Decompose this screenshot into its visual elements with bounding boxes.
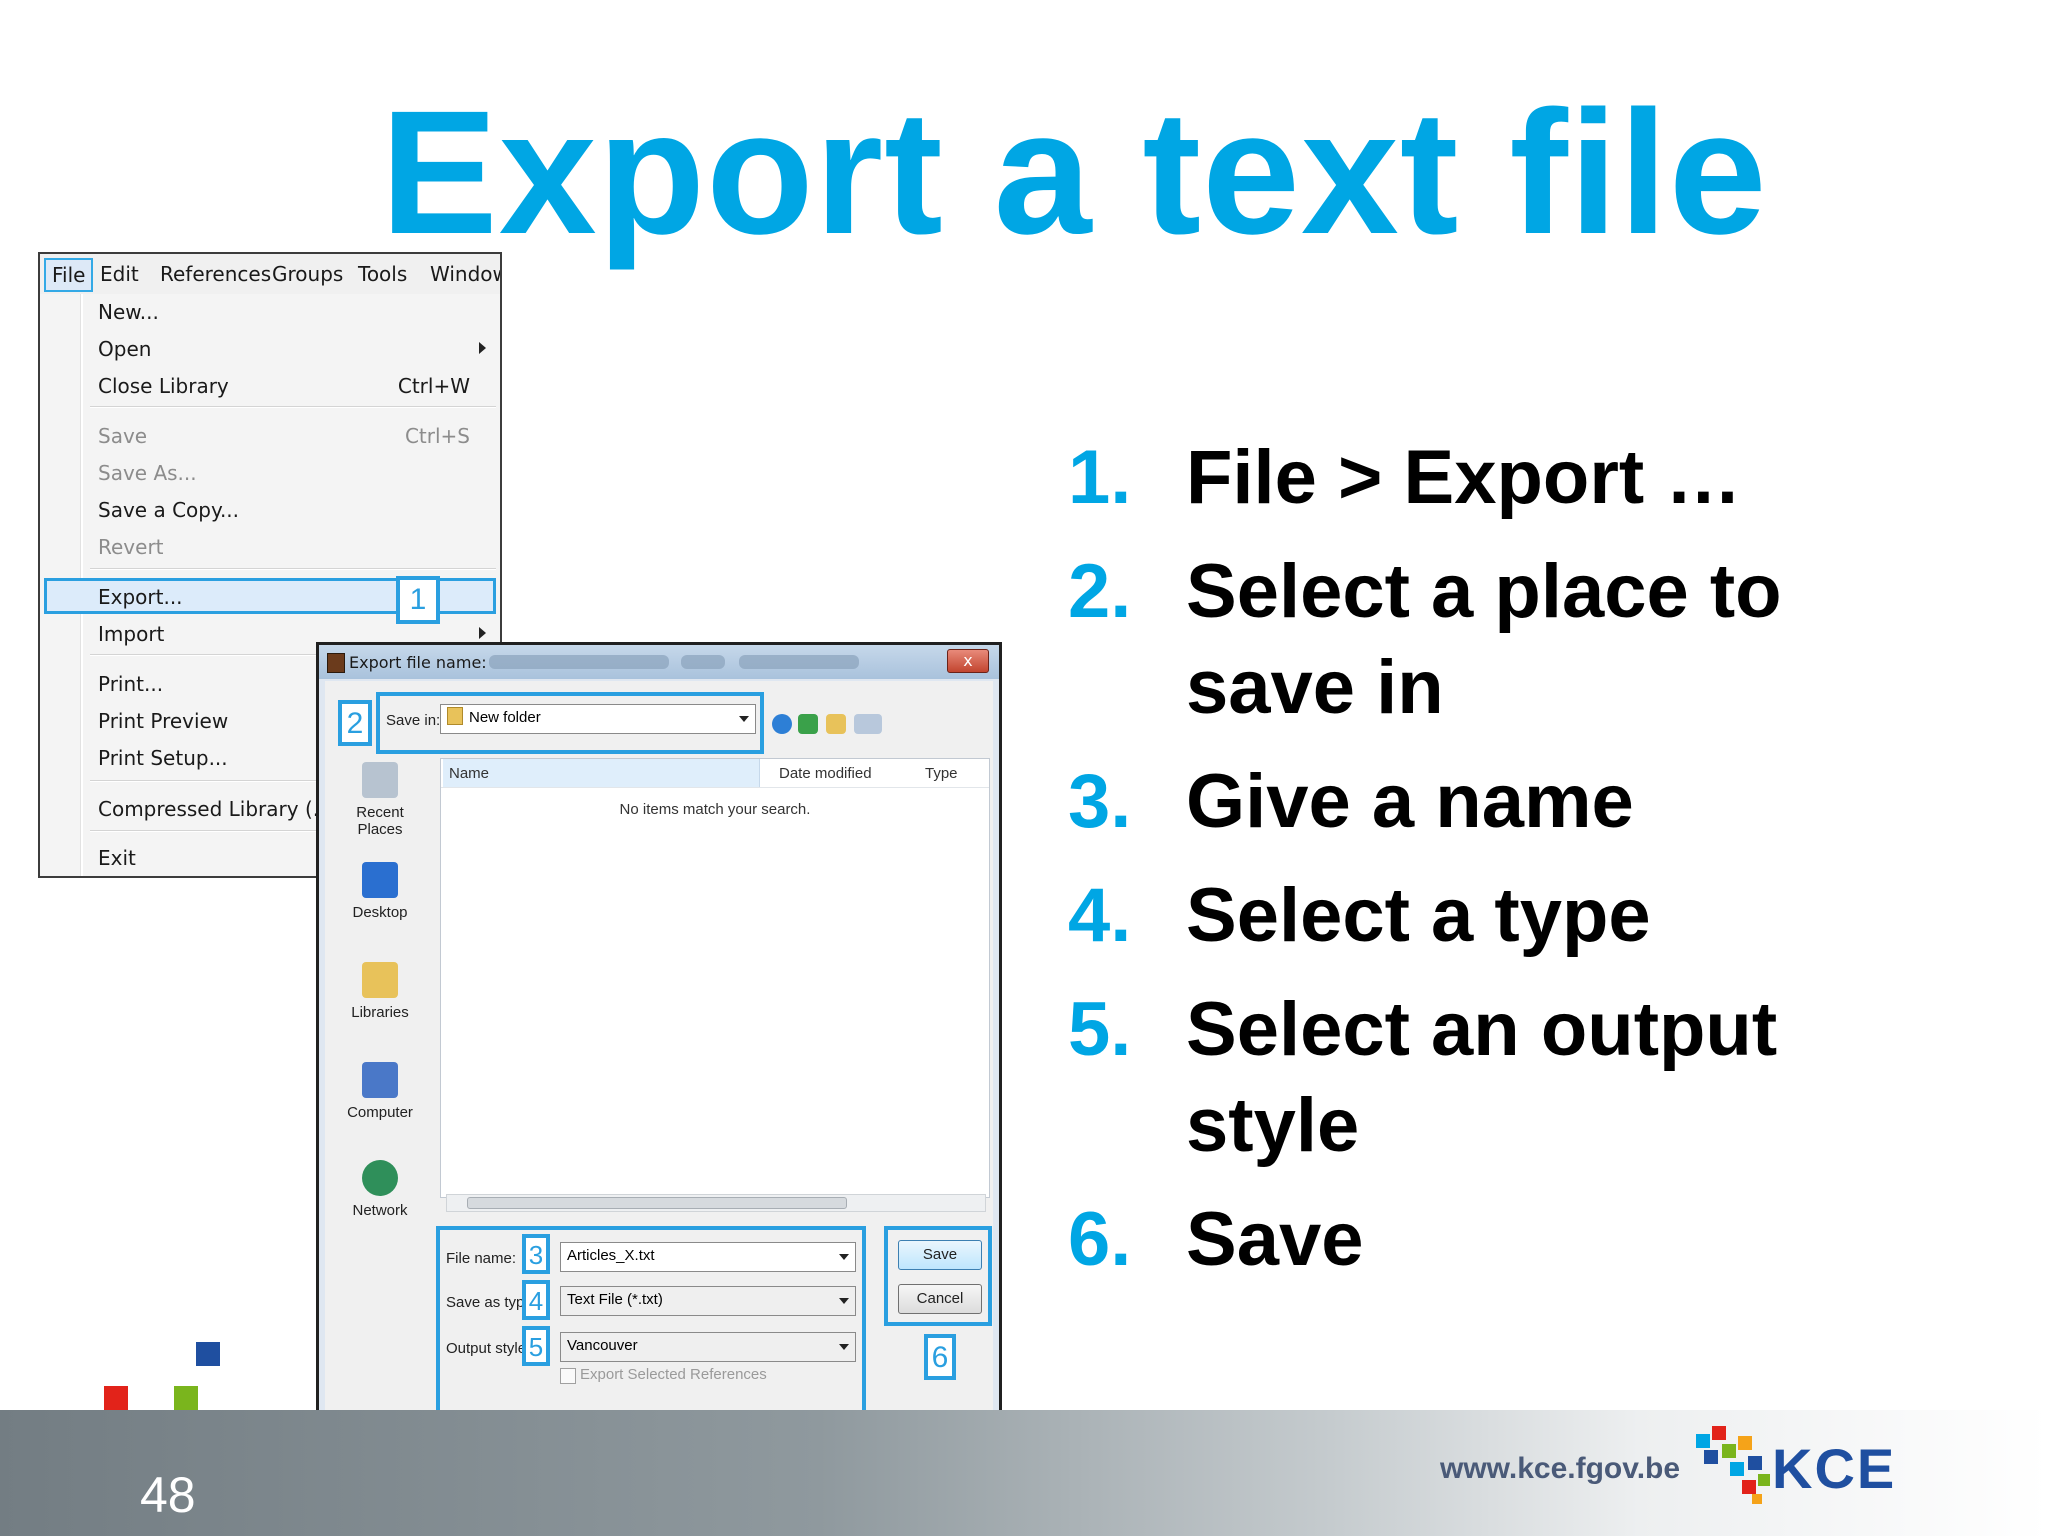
menu-bar: File Edit References Groups Tools Window — [40, 254, 500, 294]
network-icon — [362, 1160, 398, 1196]
scrollbar-thumb[interactable] — [467, 1197, 847, 1209]
menu-item-save-a-copy[interactable]: Save a Copy... — [98, 498, 239, 522]
place-computer[interactable]: Computer — [334, 1062, 426, 1121]
callout-frame-buttons — [884, 1226, 992, 1326]
callout-1: 1 — [396, 576, 440, 624]
column-date-modified[interactable]: Date modified — [779, 765, 872, 782]
callout-4: 4 — [522, 1280, 550, 1320]
steps-list: 1. File > Export … 2. Select a place to sa… — [1068, 430, 1968, 1306]
callout-6: 6 — [924, 1334, 956, 1380]
menu-item-save-as: Save As... — [98, 461, 197, 485]
callout-frame-save-in — [376, 692, 764, 754]
place-network[interactable]: Network — [334, 1160, 426, 1219]
step-number: 6. — [1068, 1197, 1132, 1282]
recent-places-icon — [362, 762, 398, 798]
slide-title: Export a text file — [380, 75, 1768, 271]
menu-references[interactable]: References — [160, 262, 271, 286]
step-text: Save — [1186, 1197, 1364, 1282]
menu-separator — [90, 406, 496, 408]
menu-item-import[interactable]: Import — [98, 622, 164, 646]
new-folder-icon[interactable] — [826, 714, 846, 734]
step-6: 6. Save — [1068, 1192, 1968, 1288]
step-4: 4. Select a type — [1068, 868, 1968, 964]
menu-tools[interactable]: Tools — [358, 262, 407, 286]
endnote-app-icon — [327, 653, 345, 673]
dialog-titlebar: Export file name: x — [319, 645, 999, 679]
place-label: Computer — [347, 1104, 413, 1121]
column-type[interactable]: Type — [925, 765, 958, 782]
step-5: 5. Select an output style — [1068, 982, 1968, 1174]
shortcut-close-library: Ctrl+W — [397, 374, 470, 398]
libraries-icon — [362, 962, 398, 998]
submenu-arrow-icon — [479, 342, 486, 354]
menu-window[interactable]: Window — [430, 262, 500, 286]
callout-3: 3 — [522, 1234, 550, 1274]
submenu-arrow-icon — [479, 627, 486, 639]
views-menu-icon[interactable] — [854, 714, 882, 734]
place-label: Recent Places — [356, 804, 404, 838]
back-icon[interactable] — [772, 714, 792, 734]
menu-item-print[interactable]: Print... — [98, 672, 163, 696]
step-number: 5. — [1068, 987, 1132, 1072]
menu-item-print-preview[interactable]: Print Preview — [98, 709, 228, 733]
kce-logo-text: KCE — [1772, 1437, 1897, 1500]
place-desktop[interactable]: Desktop — [334, 862, 426, 921]
step-number: 4. — [1068, 873, 1132, 958]
column-name[interactable]: Name — [449, 765, 489, 782]
computer-icon — [362, 1062, 398, 1098]
menu-item-export[interactable]: Export... — [98, 585, 183, 609]
horizontal-scrollbar[interactable] — [446, 1194, 986, 1212]
menu-edit[interactable]: Edit — [100, 262, 139, 286]
menu-item-save: Save — [98, 424, 148, 448]
step-3: 3. Give a name — [1068, 754, 1968, 850]
up-folder-icon[interactable] — [798, 714, 818, 734]
step-text: Select a type — [1186, 873, 1651, 958]
callout-frame-file-options — [436, 1226, 866, 1414]
footer-url[interactable]: www.kce.fgov.be — [1440, 1452, 1680, 1486]
menu-item-open[interactable]: Open — [98, 337, 151, 361]
menu-item-exit[interactable]: Exit — [98, 846, 136, 870]
menu-item-close-library[interactable]: Close Library — [98, 374, 229, 398]
step-number: 3. — [1068, 759, 1132, 844]
blurred-path — [489, 655, 669, 669]
menu-groups[interactable]: Groups — [272, 262, 343, 286]
file-list[interactable]: Name Date modified Type No items match y… — [440, 758, 990, 1198]
blurred-path — [739, 655, 859, 669]
place-label: Network — [352, 1202, 408, 1219]
step-number: 1. — [1068, 435, 1132, 520]
menu-item-compressed-library[interactable]: Compressed Library (.enl — [98, 797, 350, 821]
step-text: File > Export … — [1186, 435, 1742, 520]
step-2: 2. Select a place to save in — [1068, 544, 1968, 736]
desktop-icon — [362, 862, 398, 898]
callout-5: 5 — [522, 1326, 550, 1366]
step-text: Select a place to save in — [1186, 549, 1782, 730]
decor-square-icon — [196, 1342, 220, 1366]
menu-item-print-setup[interactable]: Print Setup... — [98, 746, 228, 770]
column-name-header[interactable] — [443, 759, 760, 787]
place-recent[interactable]: Recent Places — [334, 762, 426, 838]
blurred-path — [681, 655, 725, 669]
menu-file[interactable]: File — [44, 258, 94, 292]
menu-separator — [90, 568, 496, 570]
shortcut-save: Ctrl+S — [404, 424, 470, 448]
step-text: Give a name — [1186, 759, 1634, 844]
place-label: Libraries — [351, 1004, 409, 1021]
place-libraries[interactable]: Libraries — [334, 962, 426, 1021]
dialog-title: Export file name: — [349, 653, 487, 672]
page-number: 48 — [140, 1467, 196, 1523]
decor-square-icon — [104, 1386, 128, 1410]
empty-message: No items match your search. — [619, 801, 811, 818]
step-text: Select an output style — [1186, 987, 1778, 1168]
close-button[interactable]: x — [947, 649, 989, 673]
step-number: 2. — [1068, 549, 1132, 634]
callout-2: 2 — [338, 700, 372, 746]
step-1: 1. File > Export … — [1068, 430, 1968, 526]
menu-item-new[interactable]: New... — [98, 300, 159, 324]
place-label: Desktop — [352, 904, 408, 921]
decor-square-icon — [174, 1386, 198, 1410]
menu-item-revert: Revert — [98, 535, 164, 559]
file-list-header: Name Date modified Type — [441, 759, 989, 788]
